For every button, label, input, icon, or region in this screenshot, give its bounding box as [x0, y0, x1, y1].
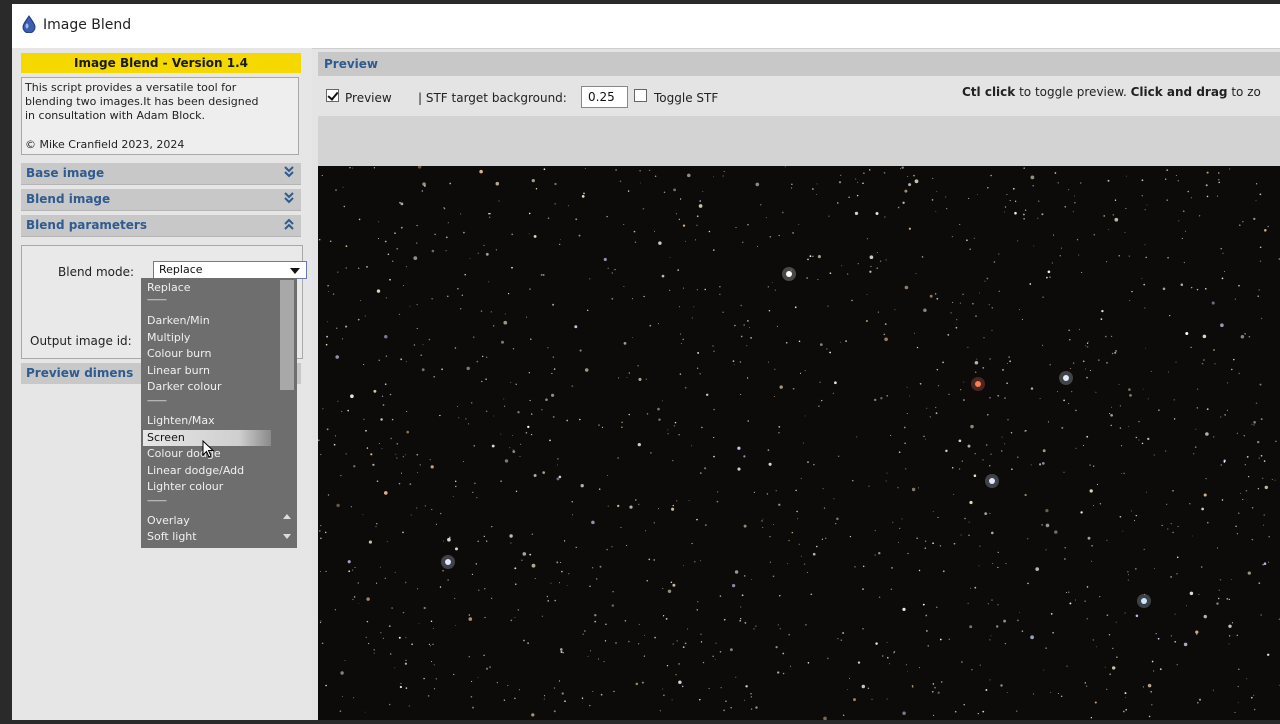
blend-mode-label: Blend mode: [58, 265, 135, 279]
hint-ctrl-text: Ctl click [962, 85, 1016, 99]
section-label: Blend image [26, 192, 111, 206]
preview-canvas-margin [318, 116, 1280, 166]
dropdown-option[interactable]: Multiply [147, 331, 190, 344]
section-label: Blend parameters [26, 218, 147, 232]
toggle-stf-label: Toggle STF [654, 91, 719, 105]
section-label: Base image [26, 166, 105, 180]
version-banner: Image Blend - Version 1.4 [21, 53, 301, 73]
window-title: Image Blend [43, 17, 132, 33]
title-bar[interactable]: Image Blend [12, 4, 1280, 49]
blend-mode-dropdown-list[interactable]: Replace ---------- Darken/Min Multiply C… [141, 278, 297, 548]
scroll-up-arrow-icon[interactable] [283, 514, 291, 519]
hint-end-text: to zo [1227, 85, 1261, 99]
dropdown-option[interactable]: Colour burn [147, 347, 211, 360]
description-box: This script provides a versatile tool fo… [21, 77, 299, 155]
dropdown-option[interactable]: Lighten/Max [147, 414, 215, 427]
stf-target-input[interactable]: 0.25 [581, 86, 628, 108]
preview-toolbar: Preview | STF target background: 0.25 To… [318, 82, 1280, 112]
hint-mid-text: to toggle preview. [1015, 85, 1131, 99]
pixinsight-drop-icon [22, 15, 36, 33]
output-image-id-label: Output image id: [30, 334, 132, 348]
preview-hint: Ctl click to toggle preview. Click and d… [962, 85, 1261, 99]
blend-mode-select[interactable]: Replace [153, 261, 307, 279]
section-blend-image[interactable]: Blend image [21, 189, 301, 211]
dropdown-option[interactable]: Linear dodge/Add [147, 464, 244, 477]
stf-target-label: | STF target background: [418, 91, 567, 105]
preview-header-label: Preview [324, 57, 379, 71]
preview-image[interactable] [318, 165, 1280, 721]
dropdown-separator: ---------- [147, 396, 167, 405]
dropdown-option[interactable]: Darker colour [147, 380, 222, 393]
hint-drag-text: Click and drag [1130, 85, 1228, 99]
dropdown-option[interactable]: Soft light [147, 530, 197, 543]
chevron-double-down-icon[interactable] [284, 166, 294, 180]
section-blend-parameters[interactable]: Blend parameters [21, 215, 301, 237]
preview-panel: Preview Preview | STF target background:… [318, 50, 1280, 721]
preview-checkbox-label: Preview [345, 91, 392, 105]
scroll-down-arrow-icon[interactable] [283, 534, 291, 539]
description-line: blending two images.It has been designed [25, 95, 259, 108]
dropdown-separator: ---------- [147, 496, 167, 505]
chevron-double-up-icon[interactable] [284, 218, 294, 232]
blend-mode-value: Replace [159, 263, 203, 276]
dropdown-option[interactable]: Lighter colour [147, 480, 223, 493]
dropdown-separator: ---------- [147, 295, 167, 304]
description-line: This script provides a versatile tool fo… [25, 81, 237, 94]
dropdown-arrow-icon [290, 268, 300, 274]
section-base-image[interactable]: Base image [21, 163, 301, 185]
preview-header[interactable]: Preview [318, 52, 1280, 76]
dropdown-scrollbar[interactable] [280, 280, 294, 390]
dropdown-option[interactable]: Linear burn [147, 364, 210, 377]
dropdown-option-highlighted[interactable]: Screen [147, 431, 185, 444]
mouse-pointer-icon [202, 440, 215, 458]
description-line: in consultation with Adam Block. [25, 109, 206, 122]
chevron-double-down-icon[interactable] [284, 192, 294, 206]
dropdown-option[interactable]: Replace [147, 281, 191, 294]
section-label: Preview dimens [26, 366, 134, 380]
preview-checkbox[interactable] [326, 89, 339, 102]
dropdown-option[interactable]: Overlay [147, 514, 190, 527]
copyright-text: © Mike Cranfield 2023, 2024 [25, 138, 185, 151]
toggle-stf-checkbox[interactable] [634, 89, 647, 102]
starfield-image [318, 165, 1280, 721]
dropdown-option[interactable]: Darken/Min [147, 314, 210, 327]
checkmark-icon [327, 89, 339, 101]
